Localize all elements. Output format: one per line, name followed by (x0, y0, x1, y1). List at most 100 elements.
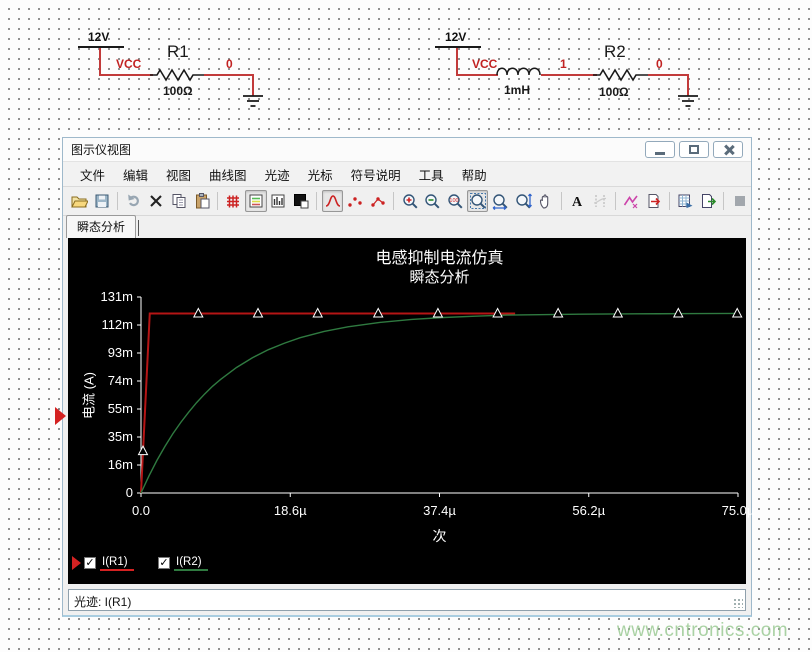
trace-marker-triangle (674, 308, 683, 317)
toolbar-separator (117, 192, 118, 210)
menu-item[interactable]: 曲线图 (200, 162, 256, 187)
axes-lines (141, 297, 738, 493)
zoom-out-button[interactable] (421, 190, 443, 212)
ground-symbol[interactable] (676, 94, 700, 110)
zoom-100-button[interactable]: 100 (444, 190, 466, 212)
wire[interactable] (648, 74, 689, 76)
toolbar-separator (669, 192, 670, 210)
resistor-value[interactable]: 100Ω (599, 85, 629, 99)
export-data-button[interactable] (643, 190, 665, 212)
legend-button[interactable] (245, 190, 267, 212)
delete-button[interactable] (145, 190, 167, 212)
grid-icon (224, 192, 242, 210)
toolbar-separator (723, 192, 724, 210)
trace-marker-triangle (613, 308, 622, 317)
menu-item[interactable]: 编辑 (114, 162, 157, 187)
wire[interactable] (456, 48, 458, 76)
source-voltage-label[interactable]: 12V (445, 30, 466, 44)
resistor-symbol[interactable] (150, 67, 206, 82)
restore-button[interactable] (679, 141, 709, 158)
trace-dots-button[interactable] (344, 190, 366, 212)
y-tick-label: 35m (77, 429, 133, 444)
resistor-ref[interactable]: R2 (604, 42, 626, 62)
trace-select-button[interactable] (620, 190, 642, 212)
chart-area[interactable]: 电感抑制电流仿真 瞬态分析 电流 (A) 次 ✓ I(R1) ✓ I(R2) 0… (68, 238, 746, 584)
copy-button[interactable] (168, 190, 190, 212)
grid-button[interactable] (222, 190, 244, 212)
paste-icon (193, 192, 211, 210)
inductor-symbol[interactable] (496, 64, 542, 76)
wire[interactable] (541, 74, 597, 76)
wire[interactable] (456, 74, 498, 76)
vcc-rail-symbol[interactable] (78, 46, 124, 48)
trace-dots-icon (346, 192, 364, 210)
menu-item[interactable]: 视图 (157, 162, 200, 187)
tab-transient-analysis[interactable]: 瞬态分析 (66, 215, 136, 238)
pan-hand-button[interactable] (535, 190, 557, 212)
trace-line-dots-icon (369, 192, 387, 210)
menu-item[interactable]: 光标 (299, 162, 342, 187)
zoom-fit-button[interactable] (467, 190, 489, 212)
watermark: www.cntronics.com (617, 620, 788, 642)
export-excel-icon (699, 192, 717, 210)
legend-icon (247, 192, 265, 210)
plot-canvas[interactable] (68, 238, 746, 584)
open-button[interactable] (69, 190, 91, 212)
export-grid-button[interactable] (675, 190, 697, 212)
trace-I(R1)[interactable] (141, 313, 515, 493)
copy-icon (170, 192, 188, 210)
resistor-ref[interactable]: R1 (167, 42, 189, 62)
menu-item[interactable]: 工具 (410, 162, 453, 187)
trace-line-dots-button[interactable] (367, 190, 389, 212)
axes-properties-button[interactable] (268, 190, 290, 212)
overlay-traces-button[interactable] (290, 190, 312, 212)
wire[interactable] (687, 74, 689, 96)
trace-I(R2)[interactable] (141, 313, 738, 493)
inductor-value[interactable]: 1mH (504, 83, 530, 97)
wire[interactable] (99, 74, 153, 76)
toolbar-separator (615, 192, 616, 210)
resize-grip[interactable] (733, 598, 743, 608)
menu-item[interactable]: 光迹 (256, 162, 299, 187)
vcc-rail-symbol[interactable] (435, 46, 481, 48)
menu-item[interactable]: 帮助 (453, 162, 496, 187)
cursor-icon (591, 192, 609, 210)
zoom-horizontal-button[interactable] (489, 190, 511, 212)
paste-button[interactable] (191, 190, 213, 212)
wire[interactable] (204, 74, 254, 76)
close-button[interactable] (713, 141, 743, 158)
window-title: 图示仪视图 (63, 141, 131, 158)
net-label-0[interactable]: 0 (656, 57, 663, 71)
net-label-vcc[interactable]: VCC (116, 57, 141, 71)
ground-symbol[interactable] (241, 94, 265, 110)
trace-line-button[interactable] (322, 190, 344, 212)
y-tick-label: 16m (77, 457, 133, 472)
undo-button[interactable] (123, 190, 145, 212)
stop-icon (731, 192, 749, 210)
menu-item[interactable]: 符号说明 (342, 162, 410, 187)
window-controls (645, 141, 751, 158)
export-excel-button[interactable] (697, 190, 719, 212)
window-titlebar[interactable]: 图示仪视图 (63, 138, 751, 162)
wire[interactable] (252, 74, 254, 96)
source-voltage-label[interactable]: 12V (88, 30, 109, 44)
pan-hand-icon (537, 192, 555, 210)
resistor-symbol[interactable] (593, 67, 649, 82)
net-label-1[interactable]: 1 (560, 57, 567, 71)
net-label-0[interactable]: 0 (226, 57, 233, 71)
cursor-button[interactable] (589, 190, 611, 212)
svg-text:100: 100 (449, 198, 458, 204)
x-tick-label: 0.0 (111, 503, 171, 518)
menu-item[interactable]: 文件 (71, 162, 114, 187)
zoom-vertical-button[interactable] (512, 190, 534, 212)
save-button[interactable] (91, 190, 113, 212)
text-annotation-button[interactable]: A (566, 190, 588, 212)
wire[interactable] (99, 48, 101, 76)
net-label-vcc[interactable]: VCC (472, 57, 497, 71)
axes-properties-icon (269, 192, 287, 210)
resistor-value[interactable]: 100Ω (163, 84, 193, 98)
zoom-horizontal-icon (491, 192, 509, 210)
zoom-in-button[interactable] (399, 190, 421, 212)
stop-button[interactable] (729, 190, 751, 212)
minimize-button[interactable] (645, 141, 675, 158)
